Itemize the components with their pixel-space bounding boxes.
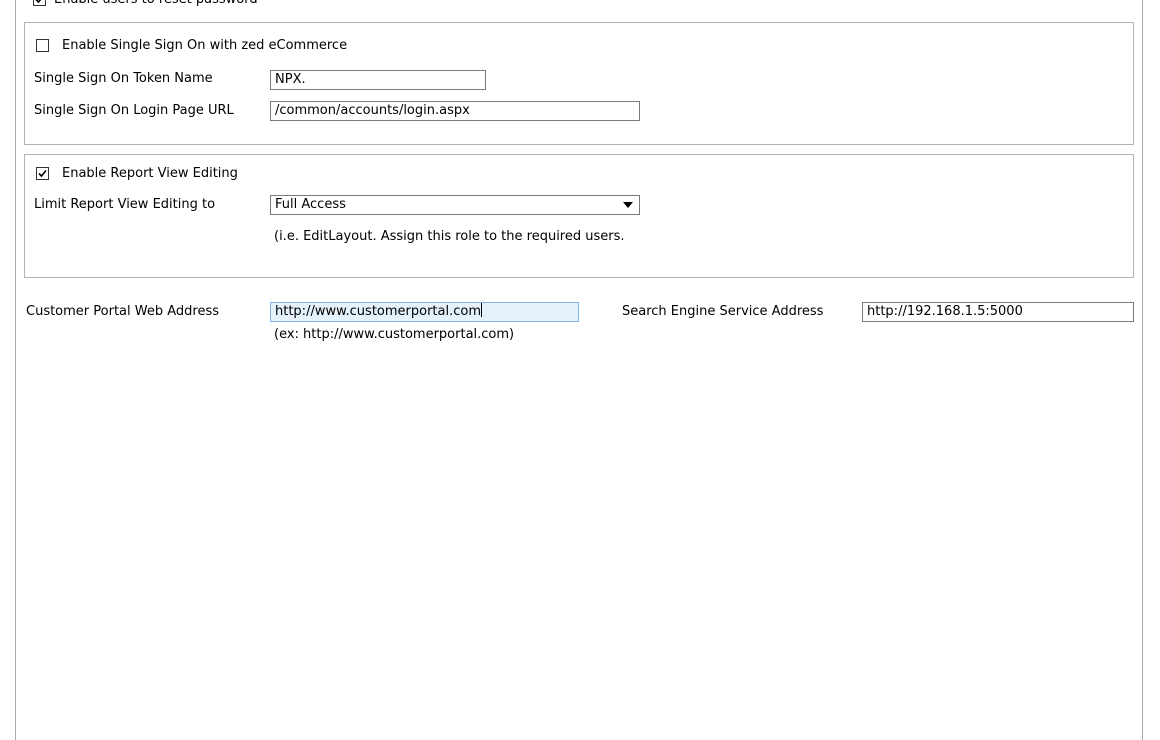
checkmark-icon <box>35 0 42 4</box>
search-engine-label: Search Engine Service Address <box>622 304 824 319</box>
report-view-hint: (i.e. EditLayout. Assign this role to th… <box>274 229 625 244</box>
text-caret <box>481 303 483 317</box>
chevron-down-icon[interactable] <box>623 202 633 208</box>
customer-portal-value: http://www.customerportal.com <box>275 304 482 319</box>
reset-password-label: Enable users to reset password <box>54 0 258 8</box>
sso-token-name-input[interactable]: NPX. <box>270 70 486 90</box>
report-view-limit-value: Full Access <box>275 197 346 212</box>
customer-portal-example: (ex: http://www.customerportal.com) <box>274 327 515 342</box>
report-view-limit-select[interactable]: Full Access <box>270 195 640 215</box>
sso-login-url-label: Single Sign On Login Page URL <box>34 103 234 118</box>
reset-password-checkbox[interactable] <box>33 0 46 6</box>
report-view-limit-label: Limit Report View Editing to <box>34 197 216 212</box>
checkmark-icon <box>38 169 47 178</box>
sso-enable-label: Enable Single Sign On with zed eCommerce <box>62 38 348 53</box>
sso-token-name-label: Single Sign On Token Name <box>34 71 213 86</box>
report-view-enable-label: Enable Report View Editing <box>62 166 238 181</box>
sso-enable-checkbox[interactable] <box>36 39 49 52</box>
panel-left-border <box>15 0 16 740</box>
panel-right-border <box>1142 0 1143 740</box>
customer-portal-label: Customer Portal Web Address <box>26 304 220 319</box>
report-view-enable-checkbox[interactable] <box>36 167 49 180</box>
customer-portal-input[interactable]: http://www.customerportal.com <box>270 302 579 322</box>
search-engine-input[interactable]: http://192.168.1.5:5000 <box>862 302 1134 322</box>
sso-login-url-input[interactable]: /common/accounts/login.aspx <box>270 101 640 121</box>
